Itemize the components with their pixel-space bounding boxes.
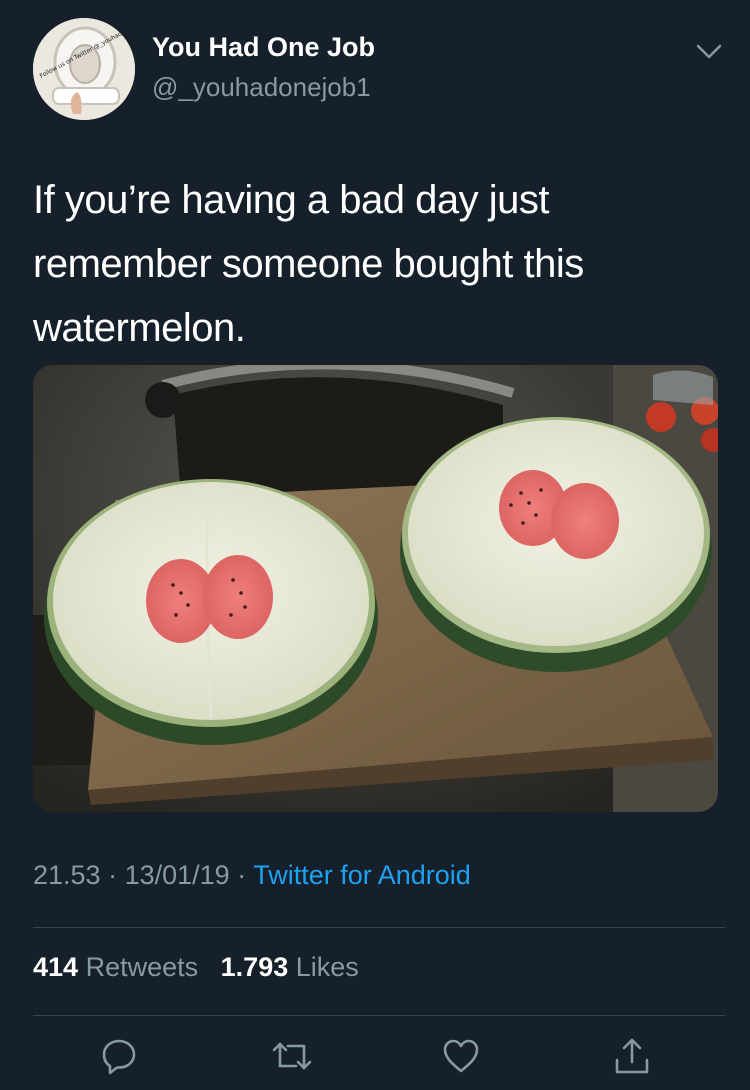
likes-label: Likes (295, 952, 359, 982)
share-icon (615, 1038, 649, 1074)
tweet-time: 21.53 (33, 860, 101, 890)
like-button[interactable] (441, 1036, 481, 1076)
toilet-seat-avatar-icon: Follow us on Twitter @_youhadonejob1 (33, 18, 135, 120)
divider (33, 927, 725, 928)
tweet-stats: 414 Retweets 1.793 Likes (33, 952, 359, 983)
retweets-count: 414 (33, 952, 79, 982)
share-button[interactable] (612, 1036, 652, 1076)
likes-stat[interactable]: 1.793 Likes (221, 952, 359, 982)
tweet-source-link[interactable]: Twitter for Android (253, 860, 471, 890)
avatar[interactable]: Follow us on Twitter @_youhadonejob1 (33, 18, 135, 120)
chevron-down-icon[interactable] (694, 38, 724, 64)
likes-count: 1.793 (220, 952, 289, 982)
tweet-meta: 21.53 · 13/01/19 · Twitter for Android (33, 860, 471, 891)
reply-icon (102, 1039, 136, 1075)
display-name[interactable]: You Had One Job (152, 32, 375, 63)
heart-icon (443, 1039, 479, 1073)
reply-button[interactable] (99, 1036, 139, 1076)
tweet-media-image[interactable] (33, 365, 718, 812)
retweet-icon (272, 1042, 312, 1070)
meta-separator: · (100, 860, 125, 890)
retweets-label: Retweets (85, 952, 199, 982)
meta-separator: · (229, 860, 254, 890)
tweet-text-line: remember someone bought this (33, 242, 584, 286)
user-handle[interactable]: @_youhadonejob1 (152, 72, 371, 103)
tweet-text-line: If you’re having a bad day just (33, 178, 549, 222)
tweet-text-line: watermelon. (33, 306, 246, 350)
retweets-stat[interactable]: 414 Retweets (33, 952, 198, 982)
retweet-button[interactable] (272, 1036, 312, 1076)
divider (33, 1015, 725, 1016)
tweet-text: If you’re having a bad day just remember… (33, 168, 713, 360)
watermelon-photo-icon (33, 365, 718, 812)
tweet-date: 13/01/19 (124, 860, 230, 890)
